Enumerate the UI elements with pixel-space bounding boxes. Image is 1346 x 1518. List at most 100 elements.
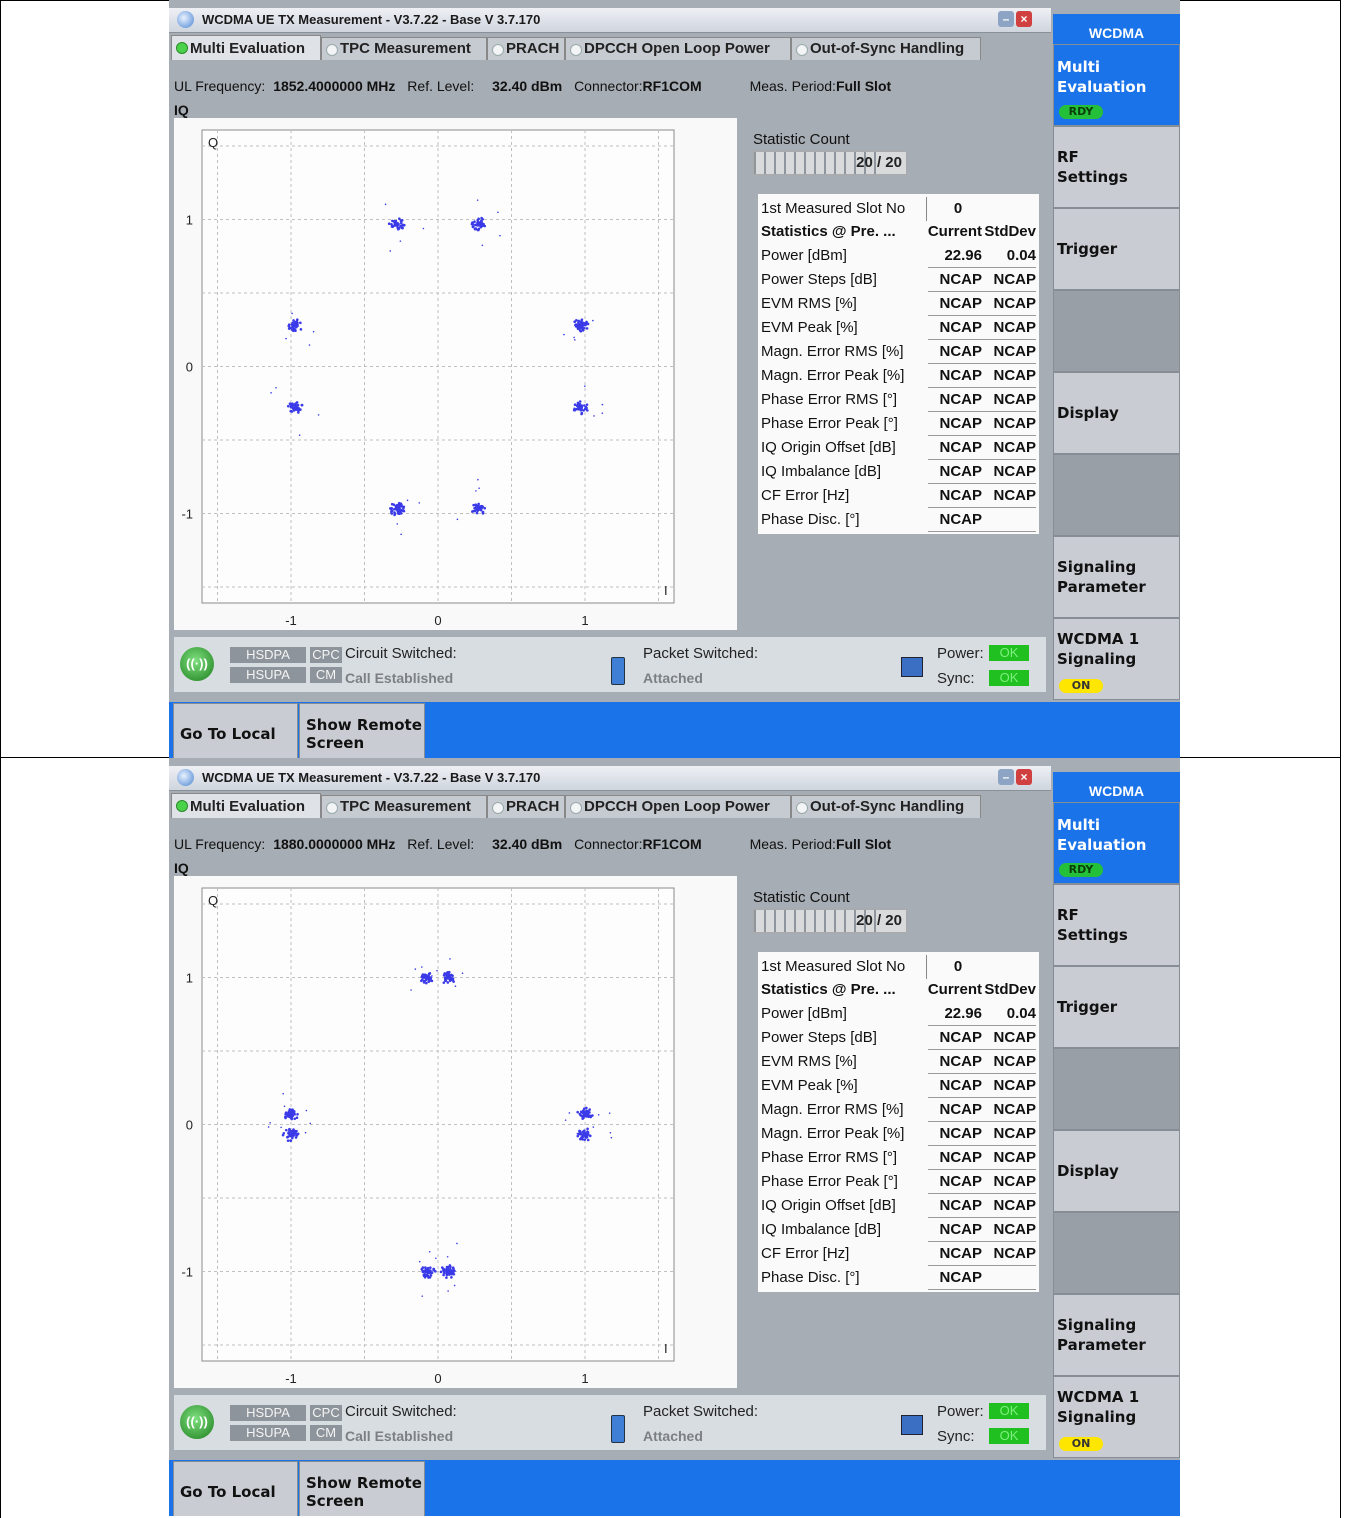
close-icon[interactable]: × bbox=[1016, 769, 1032, 785]
minimize-icon[interactable]: – bbox=[998, 11, 1014, 27]
iq-outlier-point bbox=[435, 1257, 437, 1260]
softkey-signaling-parameter[interactable]: Signaling Parameter bbox=[1053, 1294, 1180, 1376]
window-titlebar[interactable]: WCDMA UE TX Measurement - V3.7.22 - Base… bbox=[169, 8, 1051, 33]
table-row: Phase Error Peak [°] NCAP NCAP bbox=[758, 1170, 1039, 1194]
iq-outlier-point bbox=[477, 478, 479, 481]
softkey-rf-settings[interactable]: RF Settings bbox=[1053, 126, 1180, 208]
window-titlebar[interactable]: WCDMA UE TX Measurement - V3.7.22 - Base… bbox=[169, 766, 1051, 791]
laptop-icon bbox=[901, 1415, 923, 1435]
power-label: Power: bbox=[937, 1403, 984, 1420]
softkey-display[interactable]: Display bbox=[1053, 1130, 1180, 1212]
row-label: Power Steps [dB] bbox=[761, 271, 877, 288]
softkey-multi-evaluation[interactable]: Multi Evaluation RDY bbox=[1053, 44, 1180, 126]
row-label: EVM RMS [%] bbox=[761, 295, 857, 312]
iq-point bbox=[391, 219, 394, 223]
ref-level-value: 32.40 dBm bbox=[492, 836, 563, 852]
tab-status-dot-icon bbox=[176, 42, 188, 54]
iq-point bbox=[585, 1106, 588, 1110]
x-tick-label: -1 bbox=[285, 613, 297, 628]
tab-dpcch-open-loop-power[interactable]: DPCCH Open Loop Power bbox=[565, 37, 791, 60]
tab-prach[interactable]: PRACH bbox=[487, 37, 565, 60]
cpc-tag: CPC bbox=[310, 647, 342, 663]
tab-label: DPCCH Open Loop Power bbox=[584, 798, 770, 815]
tab-prach[interactable]: PRACH bbox=[487, 795, 565, 818]
iq-point bbox=[286, 1112, 290, 1115]
iq-point bbox=[294, 1136, 298, 1139]
iq-point bbox=[392, 507, 396, 511]
iq-point bbox=[586, 1111, 590, 1114]
stddev-value: 0.04 bbox=[1006, 247, 1036, 264]
iq-outlier-point bbox=[396, 523, 399, 525]
hsdpa-tag: HSDPA bbox=[230, 647, 306, 663]
iq-outlier-point bbox=[308, 344, 311, 346]
softkey-rf-settings[interactable]: RF Settings bbox=[1053, 884, 1180, 966]
tab-status-dot-icon bbox=[492, 44, 504, 56]
iq-constellation-plot[interactable]: -1 0 1 1 0 -1 Q I bbox=[174, 876, 737, 1388]
close-icon[interactable]: × bbox=[1016, 11, 1032, 27]
go-to-local-button[interactable]: Go To Local bbox=[173, 1461, 298, 1516]
iq-point bbox=[401, 226, 404, 230]
measurement-window: WCDMA UE TX Measurement - V3.7.22 - Base… bbox=[169, 0, 1051, 702]
current-value: NCAP bbox=[939, 1029, 982, 1046]
softkey-trigger[interactable]: Trigger bbox=[1053, 208, 1180, 290]
tab-dpcch-open-loop-power[interactable]: DPCCH Open Loop Power bbox=[565, 795, 791, 818]
iq-outlier-point bbox=[476, 199, 479, 201]
softkey-empty-1 bbox=[1053, 1048, 1180, 1130]
iq-constellation-plot[interactable]: -1 0 1 1 0 -1 Q I bbox=[174, 118, 737, 630]
stddev-value: NCAP bbox=[993, 1245, 1036, 1262]
iq-section-label: IQ bbox=[174, 860, 189, 876]
minimize-icon[interactable]: – bbox=[998, 769, 1014, 785]
tab-tpc-measurement[interactable]: TPC Measurement bbox=[321, 37, 487, 60]
iq-point bbox=[576, 1110, 579, 1114]
iq-outlier-point bbox=[305, 1109, 308, 1112]
iq-point bbox=[395, 507, 399, 510]
iq-point bbox=[581, 1117, 584, 1120]
softkey-wcdma-signaling[interactable]: WCDMA 1 Signaling ON bbox=[1053, 618, 1180, 700]
ref-level-value: 32.40 dBm bbox=[492, 78, 563, 94]
softkey-wcdma-signaling[interactable]: WCDMA 1 Signaling ON bbox=[1053, 1376, 1180, 1458]
table-row: Phase Error RMS [°] NCAP NCAP bbox=[758, 1146, 1039, 1170]
go-to-local-button[interactable]: Go To Local bbox=[173, 703, 298, 758]
tab-tpc-measurement[interactable]: TPC Measurement bbox=[321, 795, 487, 818]
mobile-phone-icon bbox=[611, 657, 625, 685]
current-column-header: Current bbox=[927, 223, 982, 240]
row-label: Phase Disc. [°] bbox=[761, 1269, 860, 1286]
tab-status-dot-icon bbox=[570, 44, 582, 56]
current-value: NCAP bbox=[939, 1197, 982, 1214]
window-title: WCDMA UE TX Measurement - V3.7.22 - Base… bbox=[202, 12, 541, 27]
show-remote-screen-button[interactable]: Show Remote Screen bbox=[299, 1461, 425, 1516]
hsupa-tag: HSUPA bbox=[230, 667, 306, 683]
softkey-signaling-parameter[interactable]: Signaling Parameter bbox=[1053, 536, 1180, 618]
iq-point bbox=[292, 406, 296, 410]
softkey-display[interactable]: Display bbox=[1053, 372, 1180, 454]
tab-multi-evaluation[interactable]: Multi Evaluation bbox=[171, 35, 321, 60]
iq-point bbox=[293, 320, 297, 324]
tab-status-dot-icon bbox=[796, 44, 808, 56]
iq-point bbox=[290, 1109, 293, 1113]
iq-point bbox=[576, 407, 579, 411]
table-row: Magn. Error Peak [%] NCAP NCAP bbox=[758, 1122, 1039, 1146]
tab-out-of-sync-handling[interactable]: Out-of-Sync Handling bbox=[791, 795, 981, 818]
tab-multi-evaluation[interactable]: Multi Evaluation bbox=[171, 793, 321, 818]
iq-point bbox=[577, 322, 580, 325]
table-row: Phase Error Peak [°] NCAP NCAP bbox=[758, 412, 1039, 436]
tab-bar: Multi Evaluation TPC Measurement PRACH D… bbox=[169, 35, 1051, 61]
iq-outlier-point bbox=[389, 250, 392, 252]
show-remote-screen-button[interactable]: Show Remote Screen bbox=[299, 703, 425, 758]
tab-status-dot-icon bbox=[796, 802, 808, 814]
bottom-button-bar: Go To Local Show Remote Screen bbox=[169, 1460, 1180, 1516]
iq-point bbox=[477, 502, 480, 506]
tab-label: PRACH bbox=[506, 40, 560, 57]
softkey-label: WCDMA 1 Signaling bbox=[1057, 1388, 1140, 1426]
softkey-multi-evaluation[interactable]: Multi Evaluation RDY bbox=[1053, 802, 1180, 884]
iq-point bbox=[300, 403, 304, 407]
iq-point bbox=[586, 1138, 590, 1142]
tab-out-of-sync-handling[interactable]: Out-of-Sync Handling bbox=[791, 37, 981, 60]
iq-point bbox=[299, 328, 303, 331]
stddev-value: NCAP bbox=[993, 415, 1036, 432]
cm-tag: CM bbox=[310, 667, 342, 683]
iq-point bbox=[446, 1267, 450, 1271]
softkey-trigger[interactable]: Trigger bbox=[1053, 966, 1180, 1048]
softkey-label: Signaling Parameter bbox=[1057, 1316, 1146, 1354]
iq-point bbox=[473, 506, 476, 510]
